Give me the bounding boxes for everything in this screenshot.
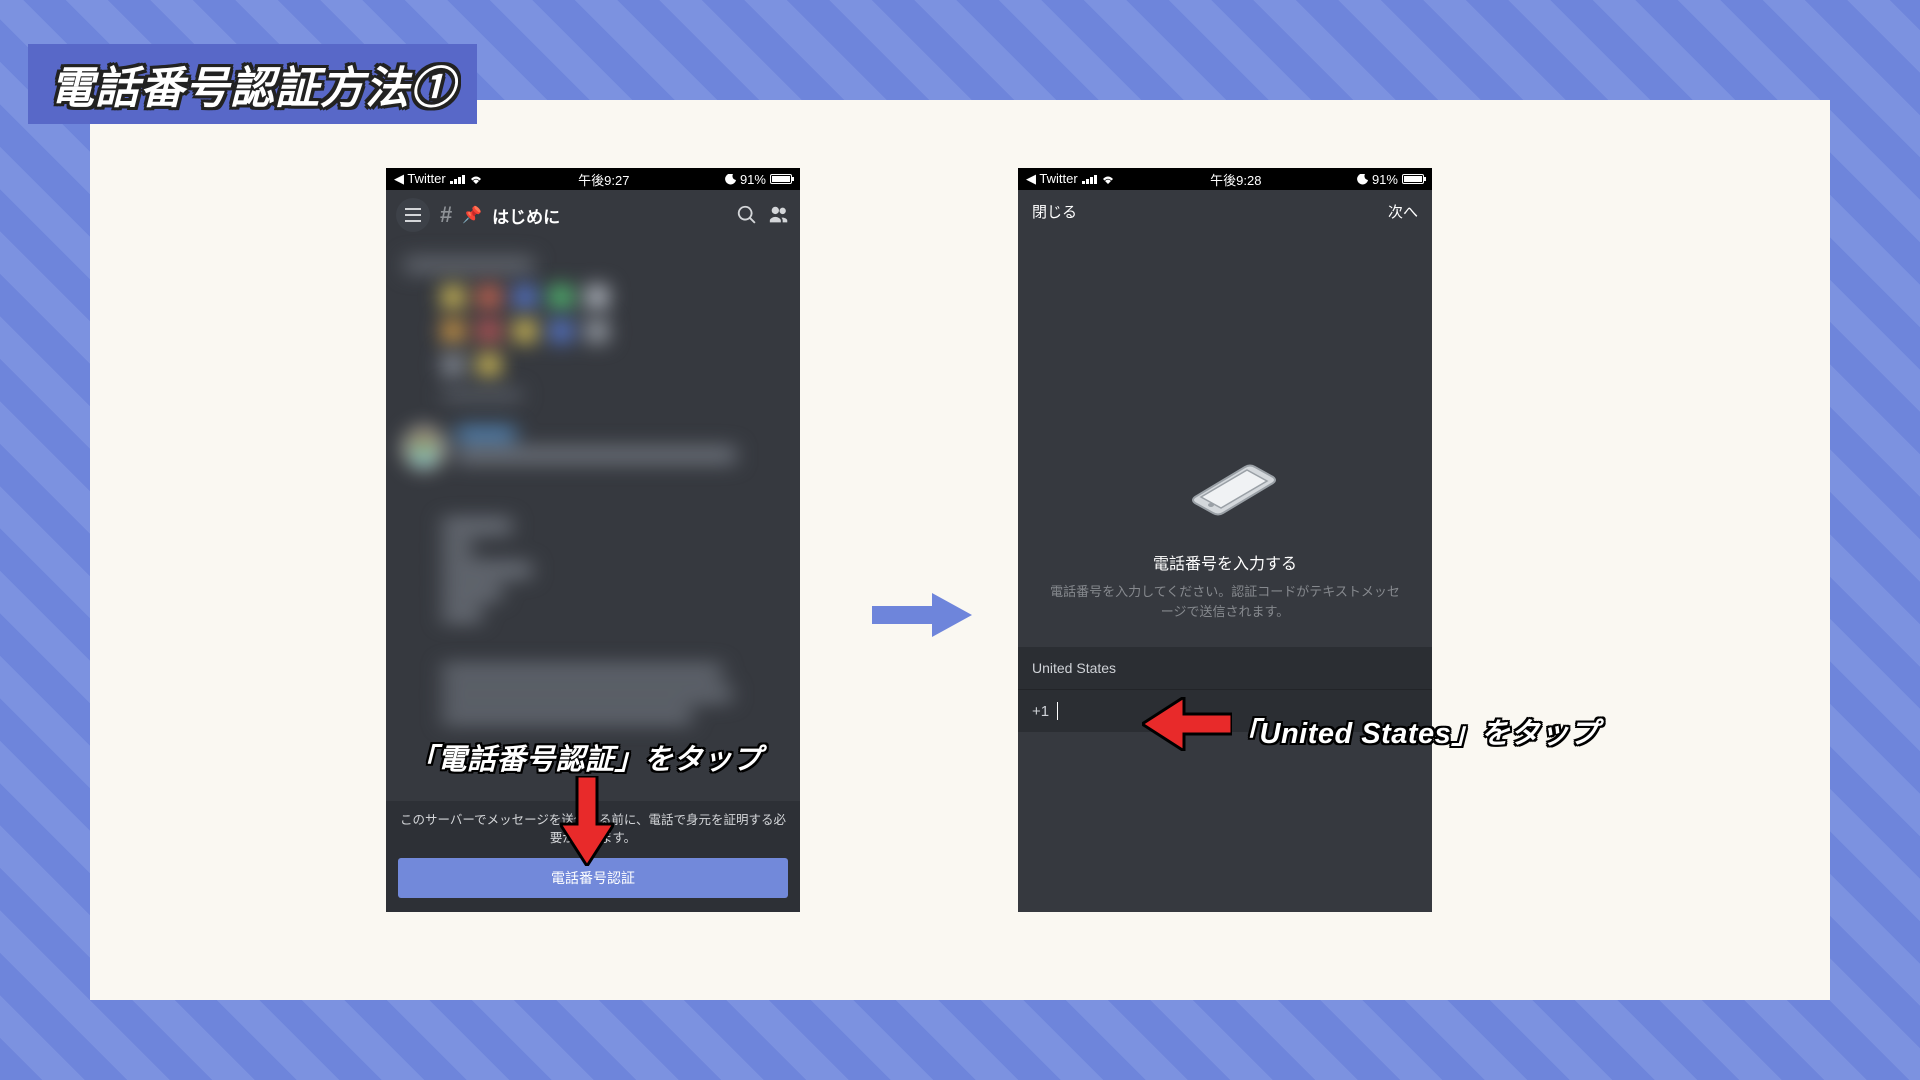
next-button[interactable]: 次へ: [1388, 201, 1418, 222]
channel-navbar: # 📌 はじめに: [386, 190, 800, 240]
signal-icon: [1082, 174, 1097, 184]
battery-pct: 91%: [740, 172, 766, 187]
search-icon[interactable]: [736, 204, 758, 226]
callout-tap-verify: 「電話番号認証」をタップ: [408, 736, 762, 778]
phone-screenshot-right: ◀ Twitter 午後9:28 91% 閉じる 次へ: [1018, 168, 1432, 912]
battery-icon: [1402, 174, 1424, 184]
phone-illustration: [1018, 232, 1432, 542]
country-label: United States: [1032, 660, 1116, 676]
back-to-app[interactable]: ◀ Twitter: [1026, 171, 1078, 187]
status-bar: ◀ Twitter 午後9:27 91%: [386, 168, 800, 190]
back-to-app[interactable]: ◀ Twitter: [394, 171, 446, 187]
modal-title: 電話番号を入力する: [1018, 550, 1432, 574]
modal-subtitle: 電話番号を入力してください。認証コードがテキストメッセージで送信されます。: [1018, 574, 1432, 621]
modal-navbar: 閉じる 次へ: [1018, 190, 1432, 232]
wifi-icon: [469, 174, 483, 184]
slide-title-banner: 電話番号認証方法①: [28, 44, 477, 124]
menu-button[interactable]: [396, 198, 430, 232]
clock: 午後9:28: [1210, 170, 1261, 189]
members-icon[interactable]: [768, 204, 790, 226]
dnd-moon-icon: [1357, 174, 1368, 185]
content-canvas: ◀ Twitter 午後9:27 91% # 📌 はじめに: [90, 100, 1830, 1000]
battery-icon: [770, 174, 792, 184]
hash-icon: #: [440, 202, 452, 228]
clock: 午後9:27: [578, 170, 629, 189]
text-cursor: [1057, 702, 1058, 720]
wifi-icon: [1101, 174, 1115, 184]
pin-icon: 📌: [462, 205, 482, 225]
dnd-moon-icon: [725, 174, 736, 185]
country-selector[interactable]: United States: [1018, 647, 1432, 690]
callout-tap-country: 「United States」をタップ: [1230, 710, 1599, 752]
arrow-down-icon: [560, 776, 614, 866]
avatar: 👨‍💻: [404, 428, 444, 468]
signal-icon: [450, 174, 465, 184]
slide-title: 電話番号認証方法①: [50, 64, 455, 113]
channel-name: はじめに: [492, 203, 560, 228]
transition-arrow-icon: [872, 590, 972, 640]
close-button[interactable]: 閉じる: [1032, 201, 1077, 222]
arrow-left-icon: [1142, 697, 1232, 751]
battery-pct: 91%: [1372, 172, 1398, 187]
country-prefix: +1: [1032, 703, 1049, 720]
status-bar: ◀ Twitter 午後9:28 91%: [1018, 168, 1432, 190]
